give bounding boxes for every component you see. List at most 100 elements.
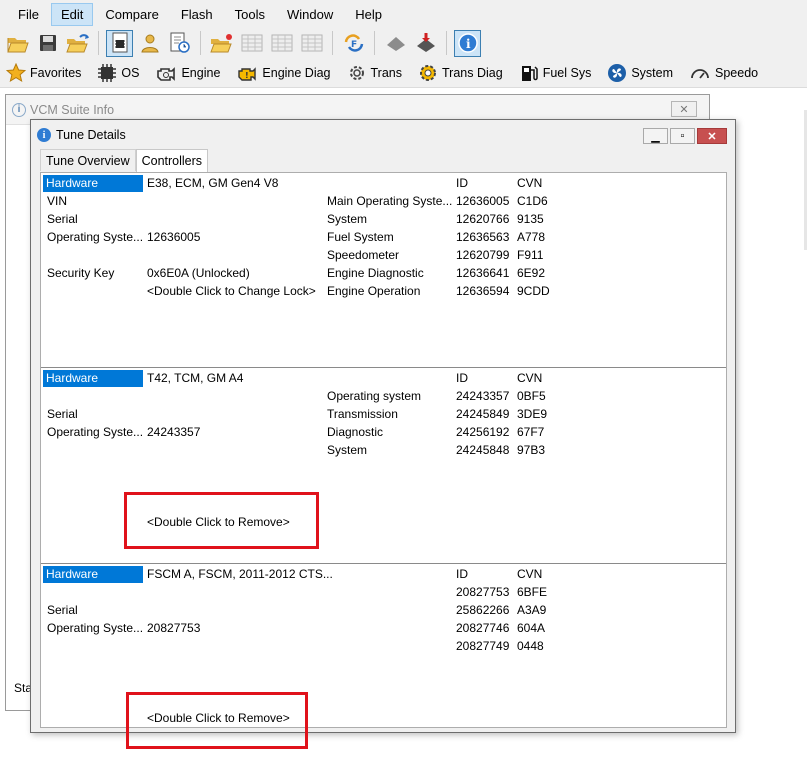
menu-tools[interactable]: Tools [225, 3, 275, 26]
module-cvn: 9CDD [517, 284, 550, 298]
hardware-label: Hardware [43, 566, 143, 583]
hardware-value: FSCM A, FSCM, 2011-2012 CTS... [147, 567, 333, 581]
id-header: ID [456, 371, 468, 385]
menu-help[interactable]: Help [345, 3, 392, 26]
history-button[interactable] [166, 30, 193, 57]
module-system[interactable]: System [607, 63, 673, 83]
open-recent-button[interactable] [64, 30, 91, 57]
module-cvn: 0448 [517, 639, 544, 653]
module-name: Main Operating Syste... [327, 194, 453, 208]
tab-strip: Tune Overview Controllers [40, 149, 209, 172]
maximize-button[interactable]: ▫ [670, 128, 695, 144]
chip-icon [386, 37, 405, 51]
save-button[interactable] [34, 30, 61, 57]
module-fuel-sys[interactable]: Fuel Sys [519, 63, 591, 83]
table-button-3[interactable] [298, 30, 325, 57]
field-label: Serial [47, 212, 78, 226]
tab-controllers[interactable]: Controllers [135, 149, 209, 172]
module-speedo[interactable]: Speedo [689, 63, 758, 83]
menu-window[interactable]: Window [277, 3, 343, 26]
field-label: VIN [47, 194, 68, 208]
module-favorites[interactable]: Favorites [6, 62, 81, 83]
cvn-header: CVN [517, 371, 543, 385]
module-engine[interactable]: Engine [155, 63, 220, 83]
field-label: Operating Syste... [47, 230, 144, 244]
close-icon: ✕ [679, 103, 689, 116]
module-label: System [631, 65, 674, 80]
open-folder-icon [6, 38, 29, 53]
minimize-button[interactable]: ▁ [643, 128, 668, 144]
module-name: System [327, 212, 368, 226]
window-titlebar[interactable]: i Tune Details [31, 120, 735, 150]
module-label: Trans [370, 65, 403, 80]
module-id: 20827746 [456, 621, 510, 635]
module-name: Operating system [327, 389, 422, 403]
module-id: 20827749 [456, 639, 510, 653]
module-id: 24245848 [456, 443, 510, 457]
fuel-pump-icon [521, 65, 538, 81]
convert-button[interactable]: F [340, 30, 367, 57]
module-id: 24245849 [456, 407, 510, 421]
module-label: Trans Diag [442, 65, 503, 80]
menu-bar: File Edit Compare Flash Tools Window Hel… [0, 0, 807, 28]
hardware-value: E38, ECM, GM Gen4 V8 [147, 176, 279, 190]
module-id: 24256192 [456, 425, 510, 439]
module-name: System [327, 443, 368, 457]
write-button[interactable] [412, 30, 439, 57]
module-cvn: 9135 [517, 212, 544, 226]
module-id: 24243357 [456, 389, 510, 403]
table-button-2[interactable] [268, 30, 295, 57]
controller-ecm[interactable]: Hardware E38, ECM, GM Gen4 V8 ID CVN VIN… [41, 173, 726, 368]
close-button[interactable]: ✕ [697, 128, 727, 144]
module-cvn: C1D6 [517, 194, 548, 208]
module-cvn: A3A9 [517, 603, 547, 617]
hardware-value: T42, TCM, GM A4 [147, 371, 244, 385]
convert-arrows-icon: F [344, 34, 363, 52]
field-value: 20827753 [147, 621, 201, 635]
table-button-1[interactable] [238, 30, 265, 57]
tab-tune-overview[interactable]: Tune Overview [40, 149, 136, 171]
gear-icon [349, 65, 364, 80]
info-button[interactable]: i [454, 29, 481, 57]
table-grid-icon [271, 34, 292, 52]
module-trans[interactable]: Trans [347, 63, 403, 83]
menu-file[interactable]: File [8, 3, 49, 26]
module-label: OS [121, 65, 140, 80]
module-name: Speedometer [327, 248, 400, 262]
engine-icon [157, 66, 176, 81]
cvn-header: CVN [517, 176, 543, 190]
read-button[interactable] [382, 30, 409, 57]
module-id: 20827753 [456, 585, 510, 599]
star-icon [6, 62, 26, 82]
open-folder-button[interactable] [4, 30, 31, 57]
module-name: Diagnostic [327, 425, 384, 439]
module-label: Speedo [715, 65, 759, 80]
menu-compare[interactable]: Compare [95, 3, 168, 26]
field-label: Operating Syste... [47, 621, 144, 635]
module-os[interactable]: OS [97, 63, 139, 83]
module-engine-diag[interactable]: ! Engine Diag [236, 63, 331, 83]
highlight-box [126, 692, 308, 749]
table-grid-icon [301, 34, 322, 52]
highlight-box [124, 492, 319, 549]
tune-details-window[interactable]: i Tune Details ▁ ▫ ✕ Tune Overview Contr… [30, 119, 736, 733]
module-trans-diag[interactable]: Trans Diag [418, 63, 503, 83]
user-button[interactable] [136, 30, 163, 57]
close-icon: ✕ [707, 130, 717, 143]
field-label: Operating Syste... [47, 425, 144, 439]
maximize-icon: ▫ [680, 130, 685, 142]
document-info-button[interactable] [106, 29, 133, 57]
module-id: 12620766 [456, 212, 510, 226]
menu-flash[interactable]: Flash [171, 3, 223, 26]
menu-edit[interactable]: Edit [50, 2, 94, 26]
document-clock-icon [170, 32, 190, 53]
change-lock-link[interactable]: <Double Click to Change Lock> [147, 282, 316, 300]
security-key-value: 0x6E0A (Unlocked) [147, 266, 250, 280]
module-cvn: A778 [517, 230, 546, 244]
module-label: Engine [181, 65, 221, 80]
module-cvn: 67F7 [517, 425, 545, 439]
new-folder-button[interactable] [208, 30, 235, 57]
close-button[interactable]: ✕ [671, 101, 697, 117]
module-name: Fuel System [327, 230, 394, 244]
module-id: 12620799 [456, 248, 510, 262]
